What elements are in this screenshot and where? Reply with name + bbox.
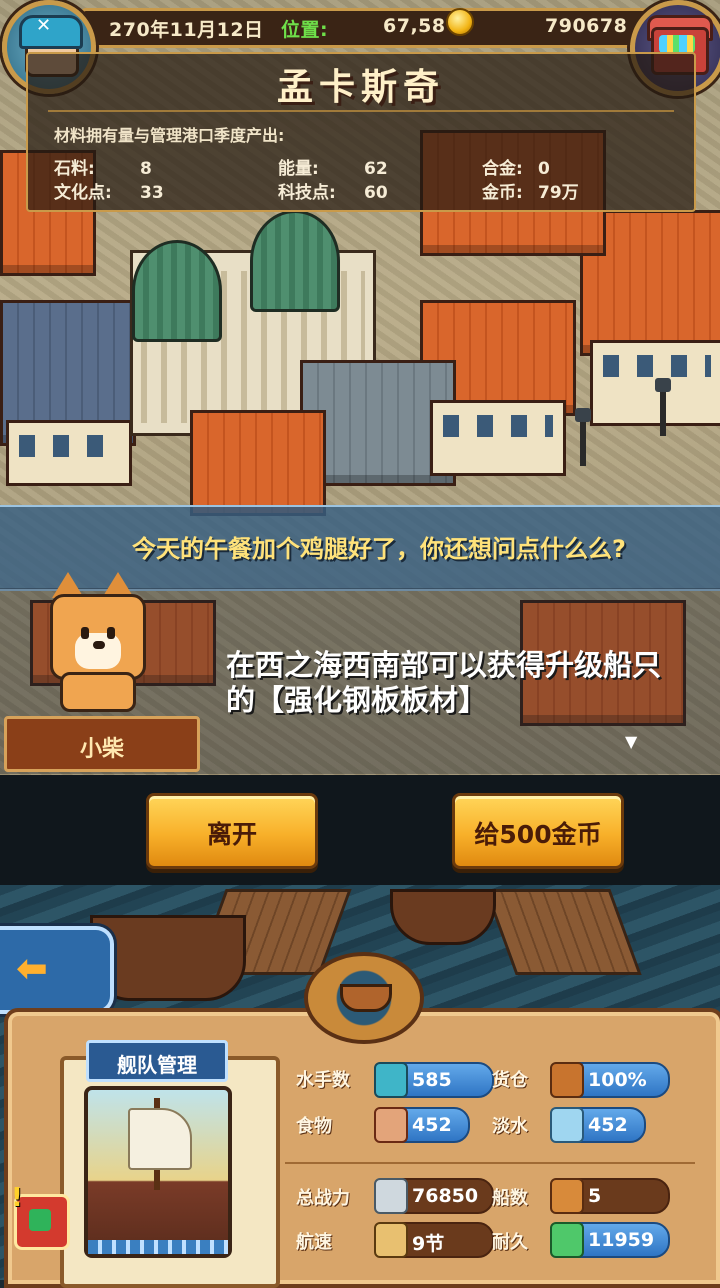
town-info-panel: 孟卡斯奇 材料拥有量与管理港口季度产出: 石料: 8 能量: 62 合金: 0 文化点… <box>26 52 696 212</box>
durability-label: 耐久 <box>492 1232 528 1253</box>
ship-icon <box>550 1178 584 1214</box>
wooden-dock <box>484 889 642 975</box>
gold-coin-icon <box>446 8 474 36</box>
alert-mark: ! <box>11 1183 23 1213</box>
repair-icon <box>550 1222 584 1258</box>
continue-indicator-icon: ▼ <box>625 732 638 751</box>
gold-amount: 790678 <box>545 15 628 37</box>
speaker-name-plate: 小柴 <box>4 716 200 772</box>
leave-button[interactable]: 离开 <box>146 793 318 869</box>
back-arrow-icon: ⬅ <box>16 946 48 990</box>
shiba-npc-portrait <box>46 572 146 712</box>
fleet-management-tab[interactable]: 舰队管理 <box>86 1040 228 1082</box>
npc-speech-text: 在西之海西南部可以获得升级船只 的【强化钢板板材】 <box>226 648 700 718</box>
building-wall <box>430 400 566 476</box>
flagship-picture[interactable] <box>84 1086 232 1258</box>
power-pill: 76850 <box>374 1178 494 1214</box>
water-jug-icon <box>550 1107 584 1143</box>
speed-label: 航速 <box>296 1232 332 1253</box>
food-label: 食物 <box>296 1116 332 1137</box>
green-dome <box>132 240 222 342</box>
position-value: 67,58 <box>383 15 446 37</box>
street-lamp <box>575 408 591 466</box>
divider <box>285 1162 695 1164</box>
water-label: 淡水 <box>492 1116 528 1137</box>
food-pill: 452 <box>374 1107 470 1143</box>
crate-icon <box>550 1062 584 1098</box>
speaker-name: 小柴 <box>79 737 124 762</box>
food-value: 452 <box>412 1114 452 1136</box>
fleet-title: 舰队管理 <box>117 1053 197 1077</box>
leave-button-label: 离开 <box>206 820 257 849</box>
durability-value: 11959 <box>588 1229 655 1251</box>
stat-gold: 金币: 79万 <box>482 183 579 203</box>
banner-text: 今天的午餐加个鸡腿好了，你还想问点什么么? <box>132 535 626 563</box>
sail-icon <box>374 1222 408 1258</box>
materials-heading: 材料拥有量与管理港口季度产出: <box>54 126 285 145</box>
cargo-value: 100% <box>588 1069 647 1091</box>
speed-pill: 9节 <box>374 1222 494 1258</box>
power-label: 总战力 <box>296 1188 350 1209</box>
alert-icon <box>29 1209 51 1231</box>
durability-pill: 11959 <box>550 1222 670 1258</box>
speed-value: 9节 <box>412 1233 445 1255</box>
crossed-swords-icon <box>374 1178 408 1214</box>
moored-ship <box>390 889 496 945</box>
fleet-alert-button[interactable]: ! <box>11 1183 70 1250</box>
ships-value: 5 <box>588 1185 602 1207</box>
water-value: 452 <box>588 1114 628 1136</box>
stat-stone: 石料: 8 <box>54 159 152 179</box>
position-label: 位置: <box>281 19 329 41</box>
divider <box>48 110 674 112</box>
stat-tech: 科技点: 60 <box>278 183 388 203</box>
sailors-value: 585 <box>412 1069 452 1091</box>
speech-line: 在西之海西南部可以获得升级船只 <box>226 648 662 682</box>
power-value: 76850 <box>412 1185 479 1207</box>
back-button[interactable]: ⬅ <box>0 926 114 1014</box>
give-gold-button-label: 给500金币 <box>474 820 602 849</box>
street-lamp <box>655 378 671 436</box>
give-gold-button[interactable]: 给500金币 <box>452 793 624 869</box>
water-pill: 452 <box>550 1107 646 1143</box>
sailor-icon <box>374 1062 408 1098</box>
sailors-label: 水手数 <box>296 1070 350 1091</box>
ships-pill: 5 <box>550 1178 670 1214</box>
ships-label: 船数 <box>492 1188 528 1209</box>
stat-culture: 文化点: 33 <box>54 183 164 203</box>
stat-energy: 能量: 62 <box>278 159 388 179</box>
stat-alloy: 合金: 0 <box>482 159 550 179</box>
green-dome <box>250 210 340 312</box>
meat-icon <box>374 1107 408 1143</box>
game-date: 270年11月12日 <box>109 19 264 41</box>
sailors-pill: 585 <box>374 1062 494 1098</box>
ship-emblem-icon <box>304 952 424 1044</box>
top-status-bar: 270年11月12日 位置: 67,58 790678 <box>80 8 656 48</box>
cargo-label: 货仓 <box>492 1070 528 1091</box>
building-wall <box>6 420 132 486</box>
speech-line: 的【强化钢板板材】 <box>226 683 488 717</box>
town-name: 孟卡斯奇 <box>276 67 445 108</box>
building-roof <box>190 410 326 516</box>
cargo-pill: 100% <box>550 1062 670 1098</box>
